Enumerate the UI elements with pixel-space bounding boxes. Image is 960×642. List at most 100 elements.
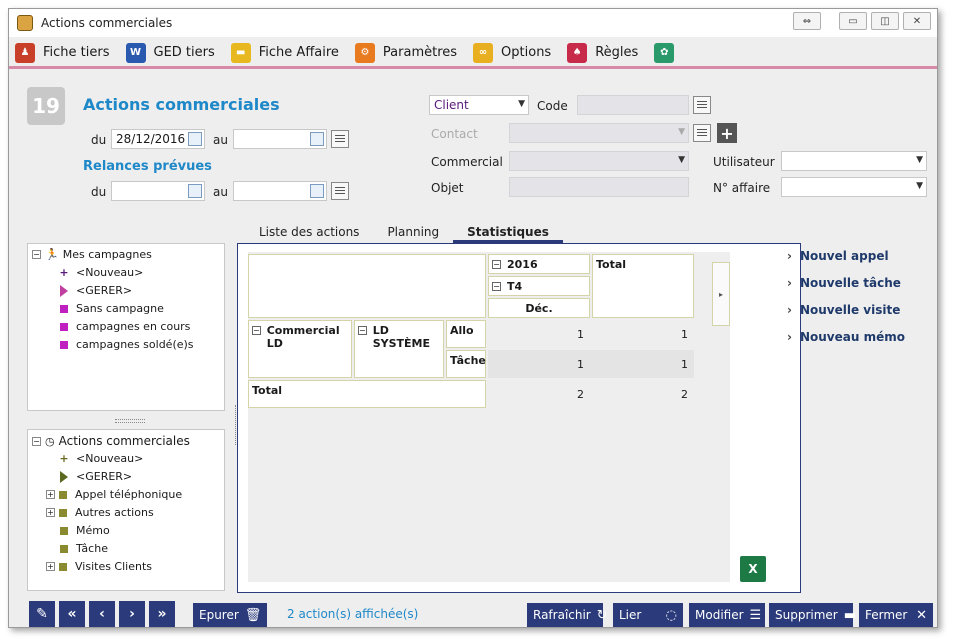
calendar-icon: 19	[27, 87, 65, 125]
triangle-icon	[60, 284, 68, 297]
tree-item-gerer[interactable]: <GERER>	[58, 470, 132, 483]
collapse-icon[interactable]: −	[32, 250, 41, 259]
maximize-button[interactable]: ◫	[871, 12, 899, 30]
relance-to-input[interactable]	[233, 181, 327, 201]
tree-item-tache[interactable]: Tâche	[60, 542, 108, 555]
collapse-icon[interactable]: −	[492, 260, 501, 269]
tab-statistiques[interactable]: Statistiques	[453, 223, 563, 243]
supprimer-button[interactable]: Supprimer ▬	[769, 603, 856, 627]
menu-ged-tiers[interactable]: W GED tiers	[125, 42, 215, 63]
objet-input[interactable]	[509, 177, 689, 197]
code-input[interactable]	[577, 95, 689, 115]
fermer-button[interactable]: Fermer ✕	[859, 603, 933, 627]
affaire-select[interactable]: ▼	[781, 177, 927, 197]
pivot-total-header: Total	[592, 254, 694, 318]
commercial-select[interactable]: ▼	[509, 151, 689, 171]
collapse-icon[interactable]: −	[358, 326, 367, 335]
expand-icon[interactable]: +	[46, 490, 55, 499]
nouvelle-tache-link[interactable]: › Nouvelle tâche	[787, 276, 901, 290]
tree-item-visites[interactable]: + Visites Clients	[46, 560, 152, 573]
expand-icon[interactable]: +	[46, 508, 55, 517]
tab-planning[interactable]: Planning	[373, 223, 453, 243]
action-label: Nouvelle visite	[799, 303, 901, 317]
date-to-input[interactable]	[233, 129, 327, 149]
square-icon	[59, 508, 67, 517]
pivot-table: −2016 − T4 Déc. Total ▸ − Commercial LD − L…	[248, 252, 730, 582]
menu-palette[interactable]: ✿	[654, 42, 682, 63]
expand-icon[interactable]: +	[46, 562, 55, 571]
rafraichir-button[interactable]: Rafraîchir ↻	[527, 603, 608, 627]
last-nav-button[interactable]: »	[149, 601, 175, 627]
refresh-icon: ↻	[596, 607, 608, 623]
utilisateur-select[interactable]: ▼	[781, 151, 927, 171]
tree-item-soldees[interactable]: campagnes soldé(e)s	[60, 338, 194, 351]
cards-icon: ♠	[567, 42, 588, 63]
tree-item-en-cours[interactable]: campagnes en cours	[60, 320, 190, 333]
chevron-down-icon: ▼	[916, 181, 923, 191]
tab-liste-actions[interactable]: Liste des actions	[245, 223, 373, 243]
tree-item-nouveau[interactable]: + <Nouveau>	[58, 452, 143, 465]
nouvel-appel-link[interactable]: › Nouvel appel	[787, 249, 889, 263]
nouvelle-visite-link[interactable]: › Nouvelle visite	[787, 303, 900, 317]
calendar-picker-icon[interactable]	[310, 184, 324, 198]
contact-select[interactable]: ▼	[509, 123, 689, 143]
menu-label: Règles	[595, 45, 639, 60]
date-from-input[interactable]: 28/12/2016	[111, 129, 205, 149]
calendar-picker-icon[interactable]	[188, 132, 202, 146]
notes-button[interactable]	[331, 182, 349, 200]
tree-label: <GERER>	[76, 284, 133, 297]
chevron-down-icon: ▼	[678, 127, 685, 137]
modifier-button[interactable]: Modifier ☰	[689, 603, 765, 627]
menu-regles[interactable]: ♠ Règles	[567, 42, 639, 63]
tree-item-appel[interactable]: + Appel téléphonique	[46, 488, 182, 501]
minimize-button[interactable]: ▭	[839, 12, 867, 30]
tree-item-autres[interactable]: + Autres actions	[46, 506, 154, 519]
edit-nav-button[interactable]: ✎	[29, 601, 55, 627]
pivot-cell-value: 1	[577, 358, 584, 371]
square-icon	[60, 526, 68, 535]
menu-fiche-tiers[interactable]: ♟ Fiche tiers	[15, 42, 110, 63]
filter-form: 19 Actions commerciales du 28/12/2016 au…	[9, 73, 937, 223]
tree-label: <GERER>	[76, 470, 133, 483]
calendar-picker-icon[interactable]	[310, 132, 324, 146]
resize-button[interactable]: ⇔	[793, 12, 821, 30]
menu-options[interactable]: ∞ Options	[473, 42, 551, 63]
add-contact-button[interactable]: +	[717, 123, 737, 143]
calendar-picker-icon[interactable]	[188, 184, 202, 198]
relance-from-input[interactable]	[111, 181, 205, 201]
first-nav-button[interactable]: «	[59, 601, 85, 627]
plus-icon: +	[59, 452, 69, 465]
chevron-down-icon: ▼	[916, 155, 923, 165]
tree-item-nouveau[interactable]: + <Nouveau>	[58, 266, 143, 279]
menu-parametres[interactable]: ⚙ Paramètres	[354, 42, 457, 63]
pivot-row-sub[interactable]: − LD SYSTÈME	[354, 320, 444, 378]
client-select[interactable]: Client ▼	[429, 95, 529, 115]
tree-item-memo[interactable]: Mémo	[60, 524, 110, 537]
collapse-icon[interactable]: −	[492, 282, 501, 291]
next-nav-button[interactable]: ›	[119, 601, 145, 627]
prev-nav-button[interactable]: ‹	[89, 601, 115, 627]
notes-button[interactable]	[331, 130, 349, 148]
scroll-right-icon[interactable]: ▸	[712, 262, 730, 326]
pivot-quarter-header[interactable]: − T4	[488, 276, 590, 296]
lier-button[interactable]: Lier ◌	[613, 603, 683, 627]
notes-button[interactable]	[693, 124, 711, 142]
collapse-icon[interactable]: −	[252, 326, 261, 335]
excel-export-icon[interactable]: X	[740, 556, 766, 582]
tree-item-gerer[interactable]: <GERER>	[58, 284, 132, 297]
pivot-row-group[interactable]: − Commercial LD	[248, 320, 352, 378]
objet-label: Objet	[431, 181, 464, 195]
square-icon	[59, 490, 67, 499]
close-window-button[interactable]: ✕	[903, 12, 931, 30]
tree-root-campaigns[interactable]: − 🏃 Mes campagnes	[32, 248, 152, 261]
horizontal-splitter[interactable]	[115, 419, 145, 423]
menu-fiche-affaire[interactable]: ▬ Fiche Affaire	[230, 42, 339, 63]
collapse-icon[interactable]: −	[32, 436, 41, 446]
pivot-year-header[interactable]: −2016	[488, 254, 590, 274]
notes-button[interactable]	[693, 96, 711, 114]
tree-root-actions[interactable]: − ◷ Actions commerciales	[32, 434, 190, 448]
tree-item-sans-campagne[interactable]: Sans campagne	[60, 302, 164, 315]
window-title: Actions commerciales	[41, 16, 173, 30]
epurer-button[interactable]: Epurer 🗑	[193, 603, 267, 627]
nouveau-memo-link[interactable]: › Nouveau mémo	[787, 330, 905, 344]
